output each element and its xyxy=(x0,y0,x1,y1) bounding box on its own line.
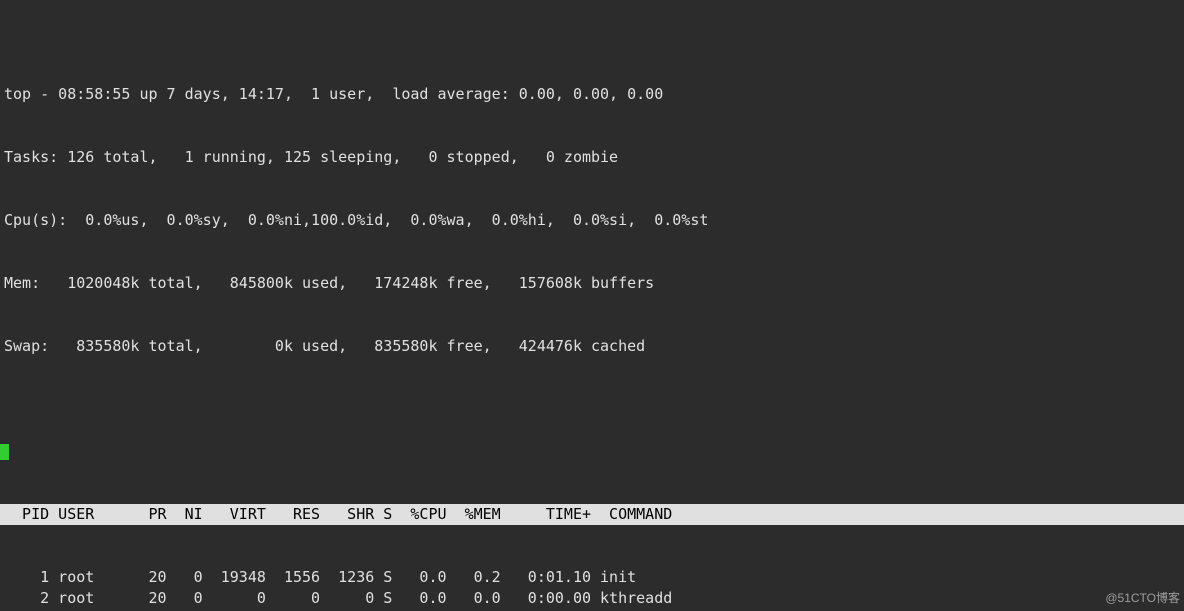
watermark-text: @51CTO博客 xyxy=(1105,588,1180,609)
process-table-header: PID USER PR NI VIRT RES SHR S %CPU %MEM … xyxy=(0,504,1184,525)
table-row: 2 root 20 0 0 0 0 S 0.0 0.0 0:00.00 kthr… xyxy=(0,588,1184,609)
summary-cpu: Cpu(s): 0.0%us, 0.0%sy, 0.0%ni,100.0%id,… xyxy=(4,210,1184,231)
table-row: 1 root 20 0 19348 1556 1236 S 0.0 0.2 0:… xyxy=(0,567,1184,588)
cursor-icon xyxy=(0,444,9,460)
terminal-output[interactable]: top - 08:58:55 up 7 days, 14:17, 1 user,… xyxy=(0,0,1184,611)
summary-uptime: top - 08:58:55 up 7 days, 14:17, 1 user,… xyxy=(4,84,1184,105)
summary-mem: Mem: 1020048k total, 845800k used, 17424… xyxy=(4,273,1184,294)
summary-tasks: Tasks: 126 total, 1 running, 125 sleepin… xyxy=(4,147,1184,168)
input-bar[interactable] xyxy=(0,441,1184,462)
summary-block: top - 08:58:55 up 7 days, 14:17, 1 user,… xyxy=(0,42,1184,399)
summary-swap: Swap: 835580k total, 0k used, 835580k fr… xyxy=(4,336,1184,357)
process-table-body: 1 root 20 0 19348 1556 1236 S 0.0 0.2 0:… xyxy=(0,567,1184,611)
